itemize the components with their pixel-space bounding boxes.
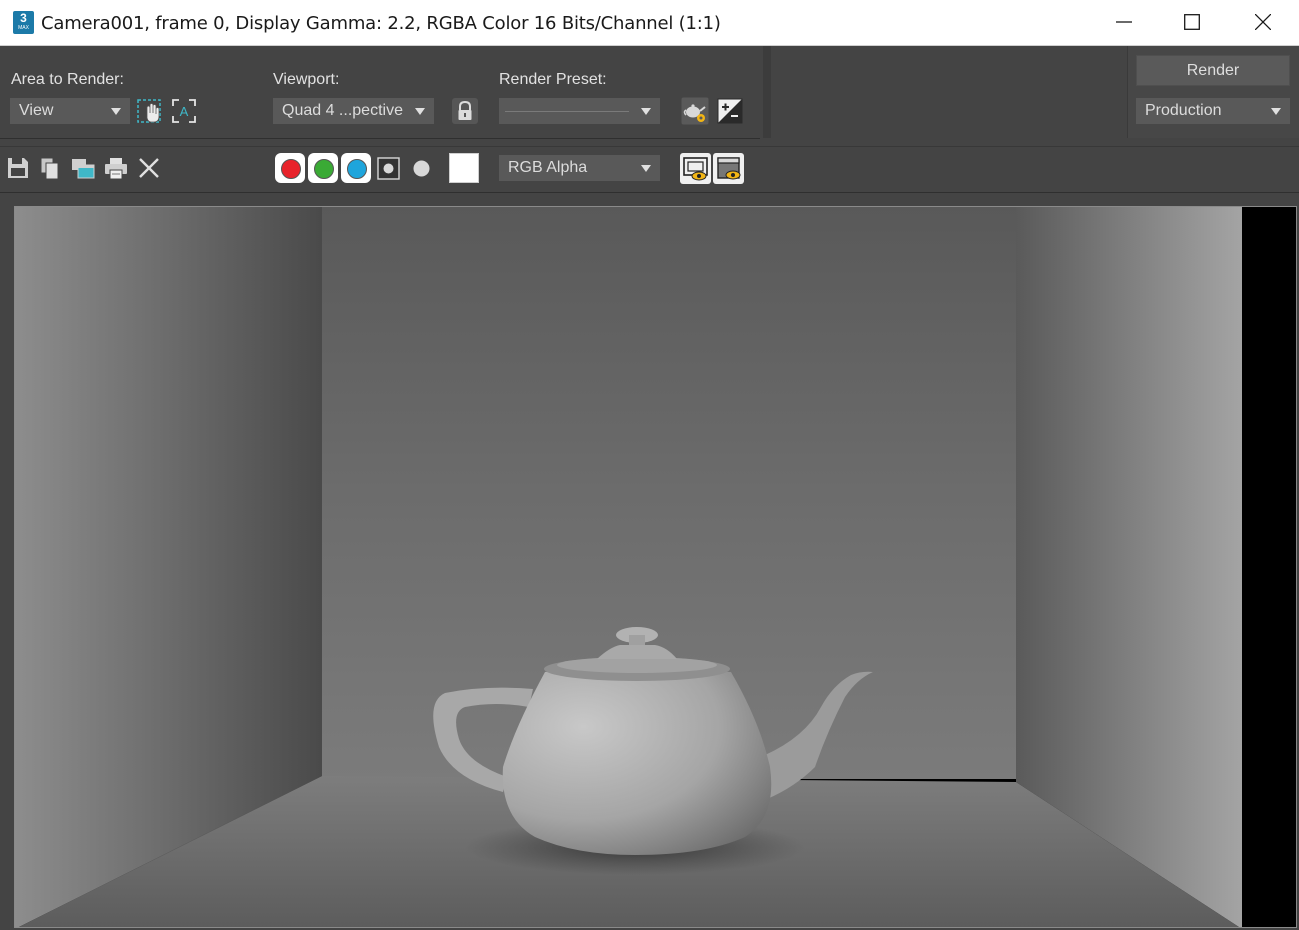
toggle-ui-button[interactable] xyxy=(713,153,744,184)
display-channel-value: RGB Alpha xyxy=(508,159,588,176)
ui-overlay-eye-icon xyxy=(683,157,708,181)
close-x-icon xyxy=(139,158,159,178)
copy-icon xyxy=(40,157,59,180)
minimize-button[interactable] xyxy=(1094,0,1154,45)
auto-region-icon: A xyxy=(172,99,196,123)
render-mode-dropdown[interactable]: Production xyxy=(1136,98,1290,124)
edit-region-button[interactable] xyxy=(136,97,164,125)
chevron-down-icon xyxy=(111,108,121,115)
panel-splitter[interactable] xyxy=(763,46,771,138)
blue-channel-icon xyxy=(347,159,367,179)
ui-eye-icon xyxy=(717,157,741,180)
maximize-icon xyxy=(1184,14,1200,30)
3dsmax-app-icon: 3 MAX xyxy=(13,11,34,34)
frame-buffer-toolbar: RGB Alpha xyxy=(0,146,1299,193)
render-preset-empty-indicator xyxy=(505,111,629,112)
green-channel-toggle[interactable] xyxy=(308,153,338,183)
render-button[interactable]: Render xyxy=(1136,55,1290,86)
chevron-down-icon xyxy=(1271,108,1281,115)
red-channel-toggle[interactable] xyxy=(275,153,305,183)
rendered-frame-viewport[interactable] xyxy=(14,206,1297,928)
clone-frame-window-button[interactable] xyxy=(70,155,96,181)
close-button[interactable] xyxy=(1233,0,1293,45)
minimize-icon xyxy=(1116,21,1132,23)
red-channel-icon xyxy=(281,159,301,179)
area-to-render-dropdown[interactable]: View xyxy=(10,98,130,124)
title-bar: 3 MAX Camera001, frame 0, Display Gamma:… xyxy=(0,0,1299,46)
maximize-button[interactable] xyxy=(1162,0,1222,45)
monochrome-toggle[interactable] xyxy=(409,156,435,182)
lock-icon xyxy=(452,98,478,124)
alpha-channel-toggle[interactable] xyxy=(376,156,402,182)
save-image-button[interactable] xyxy=(5,155,31,181)
clear-image-button[interactable] xyxy=(136,155,162,181)
exposure-icon xyxy=(717,98,743,124)
area-to-render-value: View xyxy=(19,102,54,119)
green-channel-icon xyxy=(314,159,334,179)
lock-viewport-button[interactable] xyxy=(451,97,479,125)
print-icon xyxy=(105,158,127,180)
render-setup-button[interactable] xyxy=(681,97,709,125)
render-settings-panel: Area to Render: View A Viewport: Quad 4 … xyxy=(0,46,760,139)
viewport-label: Viewport: xyxy=(273,71,340,88)
close-icon xyxy=(1255,14,1271,30)
chevron-down-icon xyxy=(641,108,651,115)
copy-image-button[interactable] xyxy=(37,155,63,181)
alpha-channel-icon xyxy=(377,157,400,180)
unrendered-area xyxy=(1242,207,1296,927)
viewport-dropdown[interactable]: Quad 4 ...pective xyxy=(273,98,434,124)
teapot-gear-icon xyxy=(681,97,709,125)
window-title: Camera001, frame 0, Display Gamma: 2.2, … xyxy=(41,13,721,34)
rendered-image xyxy=(15,207,1242,927)
background-color-swatch[interactable] xyxy=(449,153,479,183)
save-icon xyxy=(8,158,28,178)
auto-region-select-button[interactable]: A xyxy=(170,97,198,125)
display-channel-dropdown[interactable]: RGB Alpha xyxy=(499,155,660,181)
chevron-down-icon xyxy=(415,108,425,115)
svg-text:A: A xyxy=(180,104,189,119)
print-image-button[interactable] xyxy=(103,155,129,181)
panel-gap xyxy=(771,46,1126,138)
render-preset-label: Render Preset: xyxy=(499,71,607,88)
viewport-value: Quad 4 ...pective xyxy=(282,102,403,119)
clone-window-icon xyxy=(72,159,95,179)
area-to-render-label: Area to Render: xyxy=(11,71,124,88)
environment-exposure-button[interactable] xyxy=(716,97,744,125)
blue-channel-toggle[interactable] xyxy=(341,153,371,183)
chevron-down-icon xyxy=(641,165,651,172)
monochrome-icon xyxy=(413,160,430,177)
toggle-ui-overlay-button[interactable] xyxy=(680,153,711,184)
render-mode-value: Production xyxy=(1145,102,1222,119)
render-action-panel: Render Production xyxy=(1127,46,1299,138)
edit-region-hand-icon xyxy=(137,99,161,123)
render-preset-dropdown[interactable] xyxy=(499,98,660,124)
